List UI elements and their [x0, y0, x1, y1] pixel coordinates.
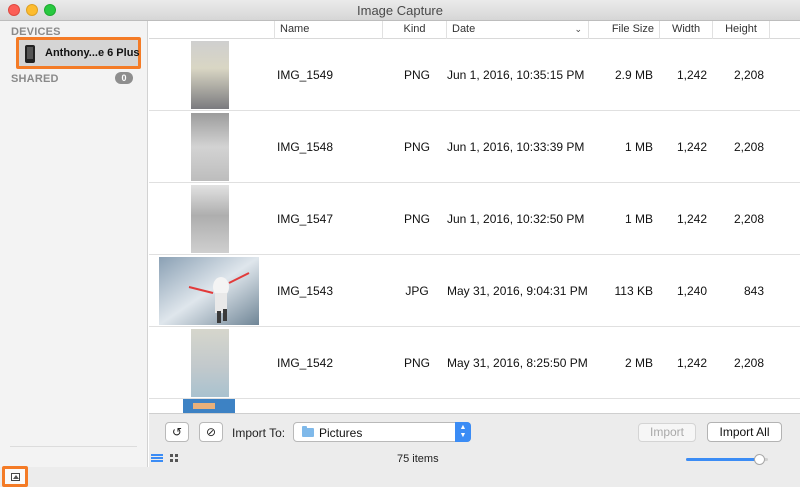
table-row[interactable]: IMG_1542 PNG May 31, 2016, 8:25:50 PM 2 …: [149, 327, 800, 399]
cell-height: 843: [743, 284, 764, 298]
rotate-left-button[interactable]: ↺: [165, 422, 189, 442]
rotate-left-icon: ↺: [171, 425, 183, 439]
cell-kind: PNG: [403, 140, 430, 154]
column-header-file-size-label: File Size: [611, 23, 654, 35]
cell-name: IMG_1548: [277, 140, 334, 154]
column-header-kind[interactable]: Kind: [382, 21, 446, 39]
prohibited-icon: ⊘: [205, 425, 217, 439]
column-header-name-label: Name: [280, 23, 310, 35]
sidebar-divider: [10, 446, 137, 447]
cell-kind: PNG: [403, 212, 430, 226]
sidebar-item-device[interactable]: Anthony...e 6 Plus: [16, 37, 141, 69]
image-thumbnail: [191, 41, 229, 109]
grid-view-icon[interactable]: [170, 454, 179, 463]
device-name: Anthony...e 6 Plus: [45, 47, 140, 59]
table-row-partial[interactable]: [149, 399, 800, 413]
cell-kind: JPG: [405, 284, 429, 298]
cell-height: 2,208: [733, 356, 764, 370]
cell-file-size: 2.9 MB: [614, 68, 653, 82]
bottom-toolbar: ↺ ⊘ Import To: Pictures ▲ ▼ Import Import…: [149, 413, 800, 467]
import-destination-select[interactable]: Pictures ▲ ▼: [293, 422, 471, 442]
table-header: Name Kind Date ⌄ File Size Width Height: [149, 21, 800, 39]
image-list[interactable]: IMG_1549 PNG Jun 1, 2016, 10:35:15 PM 2.…: [149, 39, 800, 413]
cell-file-size: 1 MB: [624, 140, 653, 154]
item-count: 75 items: [397, 453, 439, 465]
image-capture-window: Image Capture DEVICES Anthony...e 6 Plus…: [0, 0, 800, 487]
cell-date: May 31, 2016, 9:04:31 PM: [447, 284, 588, 298]
table-row[interactable]: IMG_1543 JPG May 31, 2016, 9:04:31 PM 11…: [149, 255, 800, 327]
cell-date: Jun 1, 2016, 10:32:50 PM: [447, 212, 585, 226]
title-bar: Image Capture: [0, 0, 800, 21]
folder-icon: [302, 426, 314, 437]
cell-date: May 31, 2016, 8:25:50 PM: [447, 356, 588, 370]
column-header-height-label: Height: [725, 23, 757, 35]
iphone-icon: [25, 45, 35, 63]
cell-name: IMG_1547: [277, 212, 334, 226]
cell-file-size: 2 MB: [624, 356, 653, 370]
column-header-date-label: Date: [452, 23, 476, 35]
cell-date: Jun 1, 2016, 10:35:15 PM: [447, 68, 585, 82]
import-to-label: Import To:: [232, 426, 286, 440]
import-button[interactable]: Import: [638, 423, 696, 442]
slider-knob[interactable]: [754, 454, 765, 465]
column-header-date[interactable]: Date ⌄: [446, 21, 588, 39]
column-header-file-size[interactable]: File Size: [588, 21, 659, 39]
table-row[interactable]: IMG_1547 PNG Jun 1, 2016, 10:32:50 PM 1 …: [149, 183, 800, 255]
cell-date: Jun 1, 2016, 10:33:39 PM: [447, 140, 585, 154]
column-header-width[interactable]: Width: [659, 21, 712, 39]
column-header-width-label: Width: [671, 23, 701, 35]
thumbnail-size-slider[interactable]: [686, 454, 768, 465]
cell-height: 2,208: [733, 68, 764, 82]
chevron-down-icon: ⌄: [574, 24, 582, 34]
import-all-button[interactable]: Import All: [707, 422, 782, 442]
image-thumbnail: [191, 185, 229, 253]
column-header-height[interactable]: Height: [712, 21, 769, 39]
cell-kind: PNG: [403, 68, 430, 82]
image-thumbnail: [191, 113, 229, 181]
image-thumbnail: [183, 399, 235, 413]
cell-kind: PNG: [403, 356, 430, 370]
shared-count-badge: 0: [115, 72, 133, 84]
cell-width: 1,242: [676, 68, 707, 82]
image-thumbnail: [159, 257, 259, 325]
device-info-button[interactable]: [2, 466, 28, 487]
cell-name: IMG_1543: [277, 284, 334, 298]
cell-width: 1,242: [676, 356, 707, 370]
table-row[interactable]: IMG_1549 PNG Jun 1, 2016, 10:35:15 PM 2.…: [149, 39, 800, 111]
column-header-kind-label: Kind: [403, 23, 426, 35]
slider-fill: [686, 458, 760, 461]
cell-file-size: 113 KB: [614, 284, 653, 298]
picture-icon: [11, 473, 20, 481]
shared-section-label: SHARED: [11, 73, 59, 85]
column-header-spacer: [769, 21, 800, 39]
image-thumbnail: [191, 329, 229, 397]
cell-height: 2,208: [733, 140, 764, 154]
cell-width: 1,242: [676, 212, 707, 226]
select-arrows-icon: ▲ ▼: [455, 422, 471, 442]
table-row[interactable]: IMG_1548 PNG Jun 1, 2016, 10:33:39 PM 1 …: [149, 111, 800, 183]
delete-button[interactable]: ⊘: [199, 422, 223, 442]
cell-name: IMG_1549: [277, 68, 334, 82]
cell-name: IMG_1542: [277, 356, 334, 370]
cell-width: 1,242: [676, 140, 707, 154]
cell-file-size: 1 MB: [624, 212, 653, 226]
sidebar: DEVICES Anthony...e 6 Plus SHARED 0: [0, 21, 148, 487]
list-view-icon[interactable]: [151, 454, 163, 463]
import-destination-value: Pictures: [319, 426, 363, 440]
cell-height: 2,208: [733, 212, 764, 226]
cell-width: 1,240: [676, 284, 707, 298]
column-header-name[interactable]: Name: [274, 21, 382, 39]
window-title: Image Capture: [357, 3, 443, 18]
